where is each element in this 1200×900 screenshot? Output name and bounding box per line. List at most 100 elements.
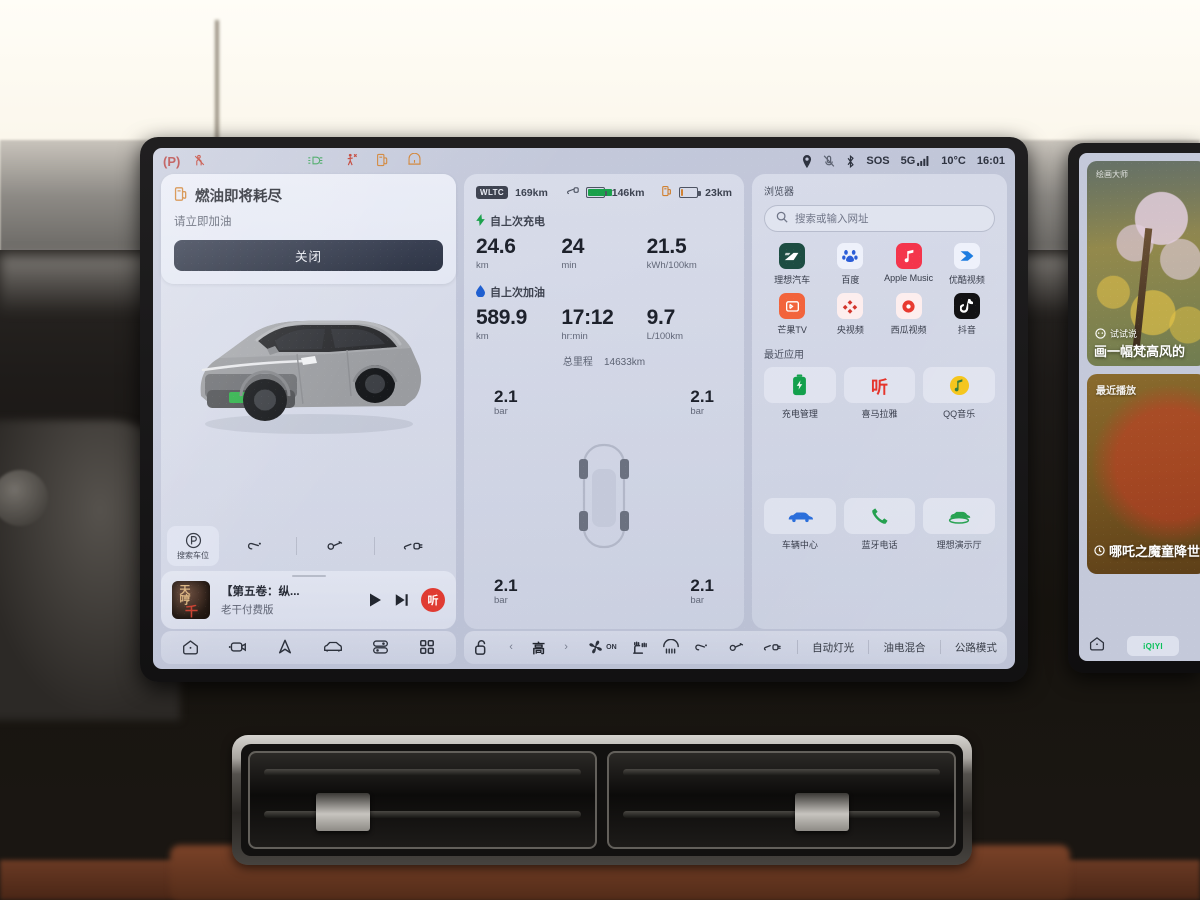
warning-indicator-row: (P) <box>163 152 422 169</box>
bookmark-apple-music[interactable]: Apple Music <box>881 243 937 286</box>
bookmark-xigua-video[interactable]: 西瓜视频 <box>881 293 937 336</box>
vehicle-icon[interactable] <box>323 640 343 654</box>
center-display[interactable]: (P) SOS 5G 10°C 16:01 燃油即将耗尽 请立即加油 关闭 搜索… <box>153 148 1015 669</box>
charge-cable-icon[interactable] <box>763 640 783 655</box>
recent-app-bluetooth-phone[interactable]: 蓝牙电话 <box>843 498 916 621</box>
battery-icon <box>586 187 612 198</box>
signal-strength-icon <box>917 156 930 166</box>
fuel-flap-button[interactable] <box>221 538 294 555</box>
navigation-icon[interactable] <box>277 639 293 655</box>
tire-pressure-section: 2.1 bar 2.1 bar 2.1 bar 2.1 bar <box>476 373 732 618</box>
fuel-icon <box>661 185 672 200</box>
search-parking-button[interactable]: 搜索车位 <box>167 526 219 566</box>
vent-knob-right[interactable] <box>795 793 849 831</box>
fuel-gauge-bar <box>679 187 701 198</box>
home-icon[interactable] <box>182 639 199 655</box>
air-vent-assembly[interactable] <box>232 735 972 865</box>
tire-unit: bar <box>494 595 508 606</box>
fan-icon <box>589 640 603 654</box>
since-refuel-stat: 17:12 hr:min <box>561 306 646 342</box>
voice-prompt-text: 画一幅梵高风的 <box>1094 344 1186 359</box>
alert-subtitle: 请立即加油 <box>174 216 232 228</box>
iqiyi-app-badge[interactable]: iQIYI <box>1127 636 1179 656</box>
headlight-on-icon <box>307 155 327 168</box>
air-vent-left[interactable] <box>248 751 597 849</box>
bookmark-youku[interactable]: 优酷视频 <box>939 243 995 286</box>
stat-unit: kWh/100km <box>646 260 697 271</box>
tire-value: 2.1 <box>494 576 518 595</box>
defrost-rear-icon[interactable] <box>662 639 680 655</box>
recent-app-ximalaya[interactable]: 听 喜马拉雅 <box>843 367 916 490</box>
home-icon[interactable] <box>1089 636 1105 656</box>
bottom-bar: ‹ 高 › ON 自动灯光 油电混合 公路模式 <box>153 629 1015 669</box>
parking-brake-warning-icon: (P) <box>163 153 181 169</box>
since-charge-stat: 24 min <box>561 235 646 271</box>
location-pin-icon[interactable] <box>802 154 812 168</box>
charge-cable-button[interactable] <box>377 538 450 555</box>
outside-temperature: 10°C <box>941 155 966 167</box>
alert-close-button[interactable]: 关闭 <box>174 240 443 271</box>
bookmark-douyin[interactable]: 抖音 <box>939 293 995 336</box>
recently-played-card[interactable]: 最近播放 哪吒之魔童降世 <box>1087 374 1200 574</box>
recently-played-title: 最近播放 <box>1096 386 1136 397</box>
tire-unit: bar <box>690 595 705 606</box>
media-app-badge[interactable]: 听 <box>421 588 445 612</box>
road-mode-button[interactable]: 公路模式 <box>955 640 997 655</box>
bookmark-label: 西瓜视频 <box>890 325 927 335</box>
play-button[interactable] <box>367 592 383 608</box>
fuel-flap-icon[interactable] <box>694 640 714 655</box>
status-bar: SOS 5G 10°C 16:01 <box>802 148 1005 174</box>
recent-app-vehicle-center[interactable]: 车辆中心 <box>764 498 836 621</box>
recent-apps-grid: 充电管理 听 喜马拉雅 QQ音乐 车辆中心 蓝牙电话 理想演示厅 <box>764 367 995 621</box>
apps-grid-icon[interactable] <box>419 639 435 655</box>
vent-knob-left[interactable] <box>316 793 370 831</box>
painting-master-card[interactable]: 绘画大师 试试说 画一幅梵高风的 <box>1087 161 1200 366</box>
recent-app-charging[interactable]: 充电管理 <box>764 367 836 490</box>
tire-front-left: 2.1 bar <box>494 387 518 417</box>
recent-app-label: 充电管理 <box>781 409 818 419</box>
auto-lights-button[interactable]: 自动灯光 <box>812 640 854 655</box>
xigua-video-icon <box>895 293 922 319</box>
microphone-muted-icon[interactable] <box>823 154 835 168</box>
since-charge-stats: 24.6 km 24 min 21.5 kWh/100km <box>476 235 732 271</box>
air-vent-right[interactable] <box>607 751 956 849</box>
charge-port-icon[interactable] <box>728 640 748 655</box>
stat-value: 24.6 <box>476 235 516 258</box>
trip-column: WLTC 169km 146km 23km 自上次充电 24.6 km 24 m… <box>464 174 744 629</box>
settings-sliders-icon[interactable] <box>372 639 389 655</box>
voice-prompt-row: 试试说 <box>1095 327 1137 340</box>
fuel-pump-icon <box>174 186 188 206</box>
next-track-button[interactable] <box>394 592 410 608</box>
stat-unit: km <box>476 331 489 342</box>
bookmark-li-auto[interactable]: 理想汽车 <box>764 243 820 286</box>
tire-front-right: 2.1 bar <box>690 387 714 417</box>
cctv-video-icon <box>837 293 864 319</box>
dashcam-icon[interactable] <box>228 640 247 654</box>
hybrid-mode-button[interactable]: 油电混合 <box>884 640 926 655</box>
bookmark-label: 百度 <box>841 275 860 285</box>
youku-icon <box>953 243 980 269</box>
sos-label[interactable]: SOS <box>866 155 889 167</box>
recent-app-qq-music[interactable]: QQ音乐 <box>923 367 995 490</box>
painting-master-badge: 绘画大师 <box>1096 170 1128 179</box>
fan-increase-button[interactable]: › <box>559 641 573 653</box>
browser-search-bar[interactable]: 搜索或输入网址 <box>764 205 995 232</box>
passenger-display[interactable]: 绘画大师 试试说 画一幅梵高风的 最近播放 哪吒之魔童降世 iQIYI <box>1079 153 1200 661</box>
drag-handle[interactable] <box>291 575 326 577</box>
browser-search-placeholder: 搜索或输入网址 <box>795 213 869 225</box>
li-auto-icon <box>779 243 806 269</box>
fan-decrease-button[interactable]: ‹ <box>504 641 518 653</box>
qq-music-icon <box>949 375 969 395</box>
pedestrian-warning-icon <box>345 153 358 169</box>
charge-port-button[interactable] <box>299 538 372 555</box>
seat-heater-icon[interactable] <box>631 639 648 656</box>
bookmark-mango-tv[interactable]: 芒果TV <box>764 293 820 336</box>
bookmark-baidu[interactable]: 百度 <box>822 243 878 286</box>
stat-value: 9.7 <box>646 306 676 329</box>
bluetooth-icon[interactable] <box>846 154 855 168</box>
bookmark-cctv-video[interactable]: 央视频 <box>822 293 878 336</box>
odometer-label: 总里程 <box>562 357 593 368</box>
recent-app-showroom[interactable]: 理想演示厅 <box>923 498 995 621</box>
fan-toggle-button[interactable]: ON <box>587 639 617 655</box>
unlock-icon[interactable] <box>474 639 490 656</box>
